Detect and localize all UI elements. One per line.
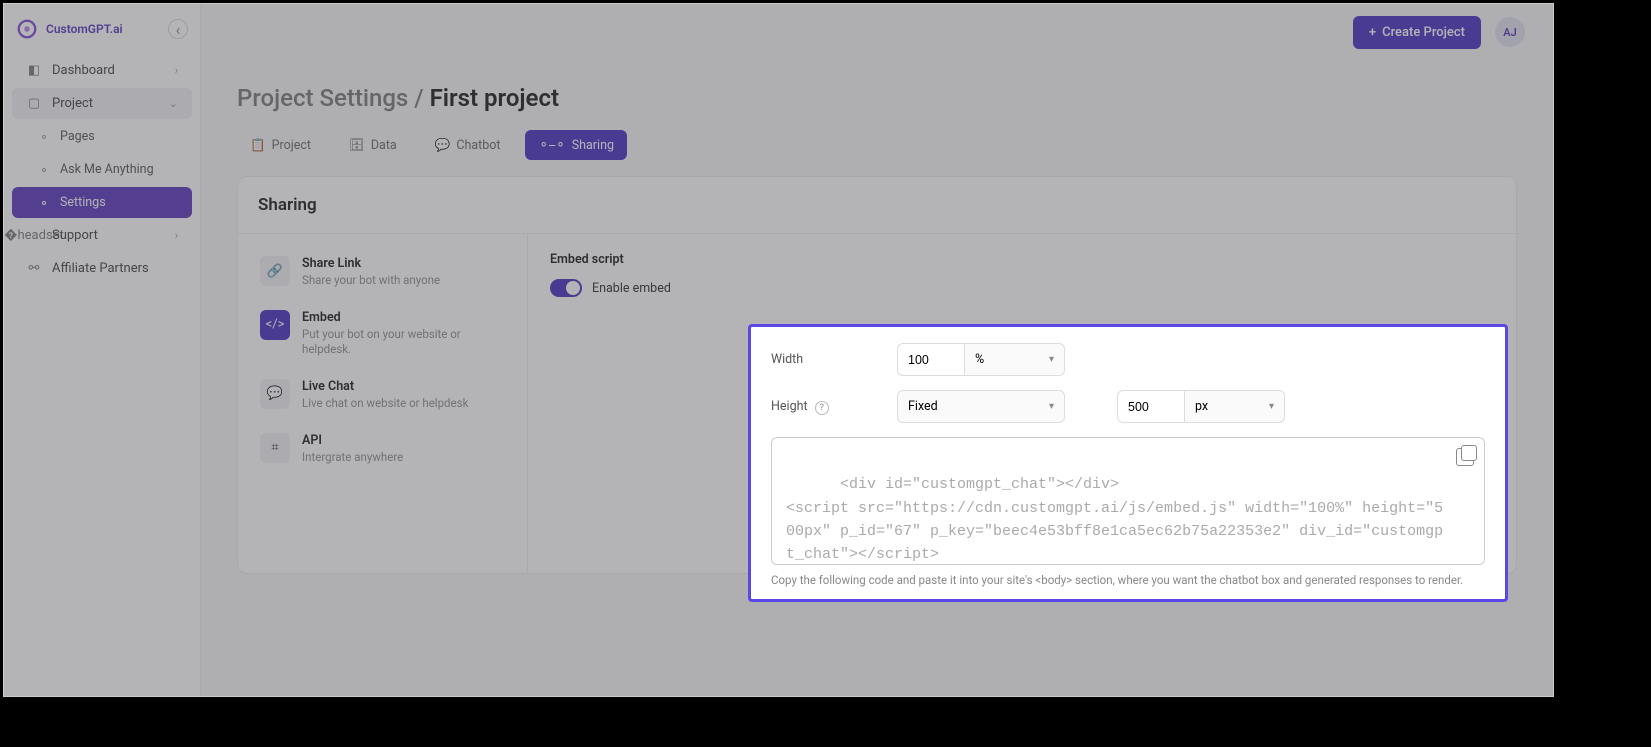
- api-icon: ⌗: [260, 433, 290, 463]
- option-desc: Share your bot with anyone: [302, 273, 440, 288]
- plus-icon: +: [1369, 25, 1376, 40]
- share-icon: ⚬⎯⚬: [538, 137, 565, 153]
- embed-config-highlight: Width % ▾ Height ? Fixed ▾: [748, 324, 1508, 602]
- nav-label: Project: [52, 96, 93, 111]
- option-title: Live Chat: [302, 379, 468, 394]
- chat-bubble-icon: 💬: [260, 379, 290, 409]
- nav-label: Dashboard: [52, 63, 115, 78]
- nav-label: Pages: [60, 129, 95, 144]
- tab-label: Chatbot: [456, 138, 500, 153]
- chevron-down-icon: ▾: [1049, 354, 1054, 365]
- chevron-down-icon: ⌄: [169, 97, 178, 110]
- panel-title: Sharing: [238, 177, 1516, 234]
- enable-embed-toggle[interactable]: [550, 279, 582, 297]
- create-project-button[interactable]: + Create Project: [1353, 16, 1481, 49]
- code-icon: </>: [260, 310, 290, 340]
- nav-ask-me-anything[interactable]: Ask Me Anything: [12, 154, 192, 185]
- height-label-text: Height: [771, 399, 808, 414]
- option-desc: Intergrate anywhere: [302, 450, 403, 465]
- option-desc: Put your bot on your website or helpdesk…: [302, 327, 505, 357]
- support-icon: �headset: [26, 228, 42, 243]
- chevron-down-icon: ▾: [1049, 401, 1054, 412]
- embed-code: <div id="customgpt_chat"></div> <script …: [786, 476, 1443, 563]
- affiliate-icon: ⚯: [26, 261, 42, 276]
- chevron-right-icon: ›: [175, 229, 178, 242]
- option-share-link[interactable]: 🔗 Share Link Share your bot with anyone: [254, 250, 511, 294]
- width-unit-select[interactable]: % ▾: [965, 343, 1065, 376]
- nav-dashboard[interactable]: ◧ Dashboard ›: [12, 55, 192, 86]
- option-embed[interactable]: </> Embed Put your bot on your website o…: [254, 304, 511, 363]
- enable-embed-label: Enable embed: [592, 281, 671, 296]
- project-icon: ▢: [26, 96, 42, 111]
- clipboard-icon: 📋: [250, 138, 266, 153]
- breadcrumb-current: First project: [430, 84, 559, 112]
- bullet-icon: [42, 135, 46, 139]
- nav-project[interactable]: ▢ Project ⌄: [12, 88, 192, 119]
- chevron-down-icon: ▾: [1269, 401, 1274, 412]
- help-icon[interactable]: ?: [815, 401, 829, 415]
- nav-label: Support: [52, 228, 98, 243]
- width-input[interactable]: [897, 343, 965, 376]
- tab-chatbot[interactable]: 💬 Chatbot: [422, 130, 514, 160]
- option-api[interactable]: ⌗ API Intergrate anywhere: [254, 427, 511, 471]
- nav-label: Settings: [60, 195, 106, 210]
- create-label: Create Project: [1382, 25, 1465, 40]
- database-icon: 🗄: [349, 138, 365, 153]
- tab-label: Sharing: [572, 138, 614, 153]
- dashboard-icon: ◧: [26, 63, 42, 78]
- option-title: Share Link: [302, 256, 440, 271]
- tab-data[interactable]: 🗄 Data: [336, 130, 410, 160]
- select-value: px: [1195, 399, 1208, 414]
- nav-settings[interactable]: Settings: [12, 187, 192, 218]
- brand-logo-icon: [16, 18, 38, 40]
- breadcrumb-parent: Project Settings /: [237, 84, 424, 112]
- height-mode-select[interactable]: Fixed ▾: [897, 390, 1065, 423]
- link-icon: 🔗: [260, 256, 290, 286]
- embed-code-box[interactable]: <div id="customgpt_chat"></div> <script …: [771, 437, 1485, 565]
- user-avatar[interactable]: AJ: [1495, 17, 1525, 47]
- nav-affiliate[interactable]: ⚯ Affiliate Partners: [12, 253, 192, 284]
- sidebar: CustomGPT.ai ‹ ◧ Dashboard › ▢ Project ⌄…: [4, 4, 201, 696]
- height-label: Height ?: [771, 399, 881, 415]
- tab-label: Data: [371, 138, 397, 153]
- topbar: + Create Project AJ: [201, 4, 1553, 60]
- sharing-options: 🔗 Share Link Share your bot with anyone …: [238, 234, 528, 573]
- nav-label: Affiliate Partners: [52, 261, 149, 276]
- option-desc: Live chat on website or helpdesk: [302, 396, 468, 411]
- sidebar-collapse-button[interactable]: ‹: [168, 19, 188, 39]
- option-live-chat[interactable]: 💬 Live Chat Live chat on website or help…: [254, 373, 511, 417]
- chevron-right-icon: ›: [175, 64, 178, 77]
- height-input[interactable]: [1117, 390, 1185, 423]
- logo-row: CustomGPT.ai ‹: [4, 4, 200, 54]
- option-title: API: [302, 433, 403, 448]
- embed-title: Embed script: [550, 252, 1494, 267]
- tab-label: Project: [272, 138, 311, 153]
- bullet-icon: [42, 168, 46, 172]
- nav-support[interactable]: �headset Support ›: [12, 220, 192, 251]
- option-title: Embed: [302, 310, 505, 325]
- select-value: %: [975, 352, 984, 367]
- width-label: Width: [771, 352, 881, 367]
- copy-button[interactable]: [1456, 448, 1474, 466]
- chat-icon: 💬: [435, 138, 451, 153]
- avatar-initials: AJ: [1503, 26, 1516, 39]
- page-title: Project Settings / First project: [237, 84, 1517, 112]
- brand-name: CustomGPT.ai: [46, 22, 123, 36]
- tabs: 📋 Project 🗄 Data 💬 Chatbot ⚬⎯⚬ Sharing: [237, 130, 1517, 160]
- nav-pages[interactable]: Pages: [12, 121, 192, 152]
- tab-project[interactable]: 📋 Project: [237, 130, 324, 160]
- nav-label: Ask Me Anything: [60, 162, 154, 177]
- bullet-icon: [42, 201, 46, 205]
- tab-sharing[interactable]: ⚬⎯⚬ Sharing: [525, 130, 627, 160]
- embed-help-text: Copy the following code and paste it int…: [771, 573, 1485, 587]
- height-unit-select[interactable]: px ▾: [1185, 390, 1285, 423]
- select-value: Fixed: [908, 399, 938, 414]
